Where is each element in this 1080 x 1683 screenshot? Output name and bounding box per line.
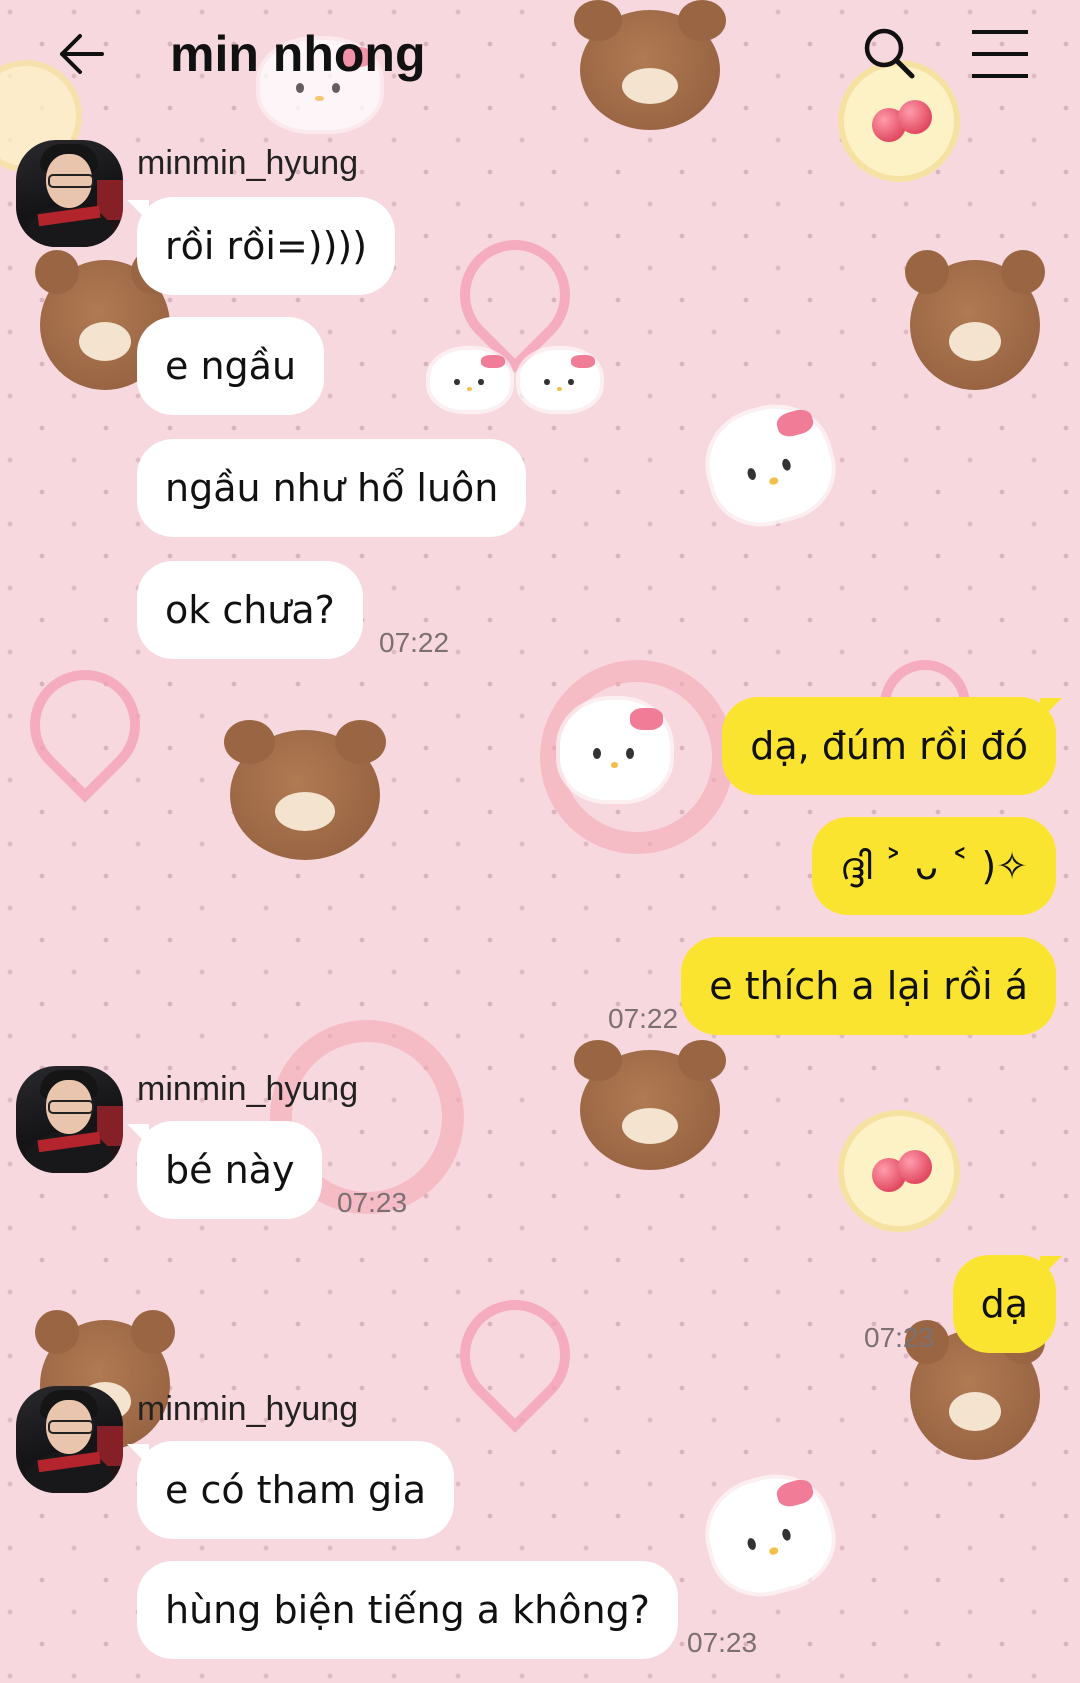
back-button[interactable] — [52, 24, 112, 84]
message-time: 07:22 — [608, 1003, 679, 1034]
message-bubble[interactable]: e thích a lại rồi á — [681, 937, 1056, 1035]
message-time: 07:23 — [864, 1322, 935, 1353]
chat-header: min nhong — [0, 0, 1080, 110]
kitty-sticker — [697, 396, 843, 534]
message-bubble[interactable]: ദ്ദി ˃ ᴗ ˂ )✧ — [812, 817, 1056, 915]
message-bubble[interactable]: hùng biện tiếng a không? — [137, 1561, 678, 1659]
sender-name: minmin_hyung — [137, 1390, 359, 1428]
ring-sticker — [540, 660, 734, 854]
ribbon-sticker — [437, 217, 593, 373]
message-bubble[interactable]: dạ, đúm rồi đó — [722, 697, 1056, 795]
kitty-sticker — [697, 1466, 843, 1604]
sender-name: minmin_hyung — [137, 144, 359, 182]
hamburger-menu-icon — [972, 30, 1028, 78]
avatar[interactable] — [16, 1066, 123, 1173]
cherry-plate-sticker — [838, 1110, 960, 1232]
menu-button[interactable] — [968, 26, 1032, 82]
message-time: 07:23 — [687, 1627, 758, 1658]
message-bubble[interactable]: bé này — [137, 1121, 323, 1219]
search-button[interactable] — [858, 22, 922, 86]
kitty-sticker — [430, 350, 510, 410]
message-bubble[interactable]: ngầu như hổ luôn — [137, 439, 527, 537]
message-bubble[interactable]: dạ — [952, 1255, 1056, 1353]
message-bubble[interactable]: rồi rồi=)))) — [137, 197, 396, 295]
search-icon — [864, 28, 915, 79]
bear-sticker — [224, 719, 386, 860]
message-bubble[interactable]: e ngầu — [137, 317, 325, 415]
cherry-sticker — [872, 1158, 906, 1192]
message-bubble[interactable]: ok chưa? — [137, 561, 363, 659]
bear-sticker — [904, 249, 1046, 390]
message-time: 07:22 — [379, 627, 450, 658]
back-arrow-icon — [60, 34, 104, 74]
cherry-sticker — [898, 1150, 932, 1184]
chat-title: min nhong — [170, 26, 426, 82]
message-bubble[interactable]: e có tham gia — [137, 1441, 455, 1539]
cherry-sticker — [872, 108, 906, 142]
kitty-sticker — [560, 700, 670, 800]
ribbon-sticker — [7, 647, 163, 803]
kitty-sticker — [520, 350, 600, 410]
avatar[interactable] — [16, 1386, 123, 1493]
ribbon-sticker — [437, 1277, 593, 1433]
sender-name: minmin_hyung — [137, 1070, 359, 1108]
message-time: 07:23 — [337, 1187, 408, 1218]
bear-sticker — [574, 1040, 726, 1170]
avatar[interactable] — [16, 140, 123, 247]
